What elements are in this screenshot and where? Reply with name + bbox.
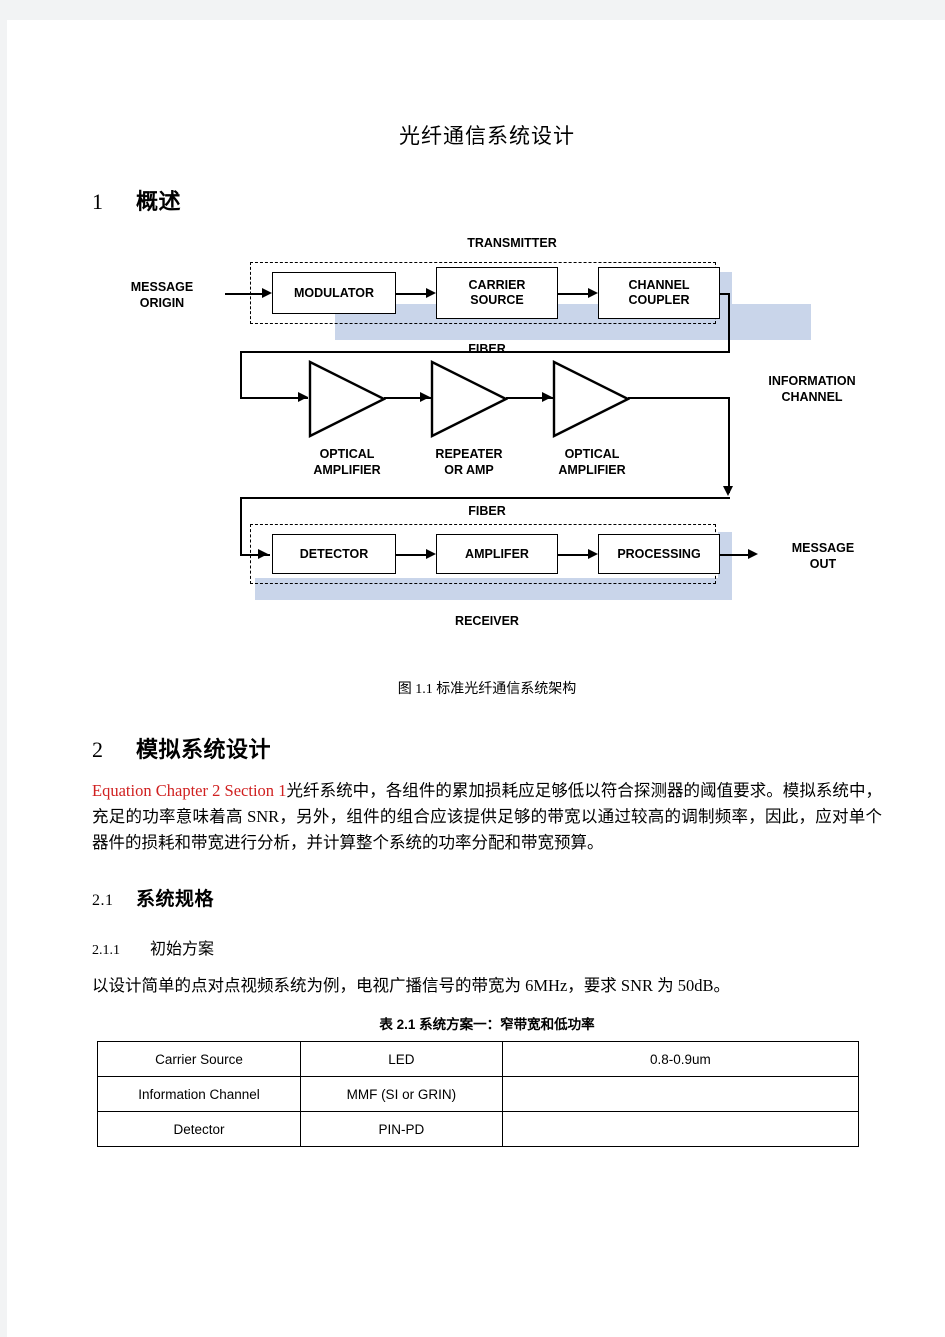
arrow-into-modulator xyxy=(262,288,272,298)
block-detector: DETECTOR xyxy=(272,534,396,574)
line-coupler-down xyxy=(728,293,730,352)
arrow-into-processing xyxy=(588,549,598,559)
line-fiber-bottom-left-down xyxy=(240,497,242,555)
arrow-into-repeater xyxy=(420,392,430,402)
heading-section-2-1-1-number: 2.1.1 xyxy=(92,943,120,959)
cell-device: LED xyxy=(300,1041,503,1078)
table-row: Information Channel MMF (SI or GRIN) xyxy=(97,1076,860,1113)
heading-section-1: 1 概述 xyxy=(92,184,882,216)
line-fiber-top-horizontal xyxy=(240,351,730,353)
system-spec-table: Carrier Source LED 0.8-0.9um Information… xyxy=(97,1041,860,1148)
table-row: Carrier Source LED 0.8-0.9um xyxy=(97,1041,860,1078)
arrow-message-out xyxy=(748,549,758,559)
arrow-into-channel-coupler xyxy=(588,288,598,298)
equation-chapter-reference: Equation Chapter 2 Section 1 xyxy=(92,781,287,800)
label-fiber-bottom: FIBER xyxy=(468,504,506,518)
arrow-into-carrier-source xyxy=(426,288,436,298)
triangle-optical-amplifier-2 xyxy=(552,360,630,438)
label-optical-amplifier-1: OPTICAL AMPLIFIER xyxy=(313,447,381,477)
line-information-channel-down xyxy=(728,397,730,493)
line-fiber-top-left-down xyxy=(240,351,242,398)
document-page: 光纤通信系统设计 1 概述 TRANSMITTER MESSAGE ORIGIN … xyxy=(7,20,945,1337)
cell-component: Carrier Source xyxy=(97,1041,301,1078)
table-body: Carrier Source LED 0.8-0.9um Information… xyxy=(97,1041,860,1148)
heading-section-1-text: 概述 xyxy=(136,189,182,214)
block-processing: PROCESSING xyxy=(598,534,720,574)
figure-1-1-system-architecture: TRANSMITTER MESSAGE ORIGIN MODULATOR CAR… xyxy=(92,234,882,664)
label-message-out: MESSAGE OUT xyxy=(791,541,855,571)
cell-device: PIN-PD xyxy=(300,1111,503,1148)
label-transmitter: TRANSMITTER xyxy=(467,236,557,250)
table-row: Detector PIN-PD xyxy=(97,1111,860,1148)
arrow-down-to-receiver-fiber xyxy=(723,486,733,496)
heading-section-2-1-number: 2.1 xyxy=(92,892,114,910)
heading-section-2-1-1-text: 初始方案 xyxy=(150,941,215,959)
cell-detail xyxy=(501,1111,860,1148)
arrow-into-optical-amplifier-2 xyxy=(542,392,552,402)
receiver-shadow-right xyxy=(718,532,732,600)
label-receiver: RECEIVER xyxy=(455,614,519,628)
paragraph-section-2: Equation Chapter 2 Section 1光纤系统中，各组件的累加… xyxy=(92,778,882,856)
cell-device: MMF (SI or GRIN) xyxy=(300,1076,503,1113)
label-fiber-top: FIBER xyxy=(468,342,506,356)
block-amplifer: AMPLIFER xyxy=(436,534,558,574)
page-content: 光纤通信系统设计 1 概述 TRANSMITTER MESSAGE ORIGIN … xyxy=(92,100,882,1148)
heading-section-2-1-text: 系统规格 xyxy=(136,889,215,911)
label-repeater-or-amp: REPEATER OR AMP xyxy=(435,447,503,477)
block-modulator: MODULATOR xyxy=(272,272,396,314)
triangle-repeater-or-amp xyxy=(430,360,508,438)
paragraph-section-2-1-1: 以设计简单的点对点视频系统为例，电视广播信号的带宽为 6MHz，要求 SNR 为… xyxy=(92,976,731,996)
heading-section-2: 2 模拟系统设计 xyxy=(92,732,882,764)
cell-detail: 0.8-0.9um xyxy=(501,1041,860,1078)
page-title: 光纤通信系统设计 xyxy=(399,124,575,148)
label-optical-amplifier-2: OPTICAL AMPLIFIER xyxy=(558,447,626,477)
heading-section-2-1: 2.1 系统规格 xyxy=(92,884,882,911)
block-carrier-source: CARRIER SOURCE xyxy=(436,267,558,319)
heading-section-2-number: 2 xyxy=(92,737,104,762)
line-amp3-out xyxy=(628,397,730,399)
table-caption: 表 2.1 系统方案一：窄带宽和低功率 xyxy=(379,1017,595,1033)
triangle-optical-amplifier-1 xyxy=(308,360,386,438)
heading-section-1-number: 1 xyxy=(92,189,104,214)
line-message-origin-to-modulator xyxy=(225,293,265,295)
cell-component: Information Channel xyxy=(97,1076,301,1113)
cell-component: Detector xyxy=(97,1111,301,1148)
heading-section-2-1-1: 2.1.1 初始方案 xyxy=(92,935,882,959)
transmitter-shadow-right xyxy=(718,272,732,340)
cell-detail xyxy=(501,1076,860,1113)
label-message-origin: MESSAGE ORIGIN xyxy=(130,280,194,310)
block-channel-coupler: CHANNEL COUPLER xyxy=(598,267,720,319)
line-fiber-bottom-horizontal xyxy=(240,497,730,499)
arrow-into-optical-amplifier-1 xyxy=(298,392,308,402)
heading-section-2-text: 模拟系统设计 xyxy=(136,737,272,762)
arrow-into-amplifer xyxy=(426,549,436,559)
figure-caption: 图 1.1 标准光纤通信系统架构 xyxy=(397,682,577,697)
label-information-channel: INFORMATION CHANNEL xyxy=(768,374,856,404)
arrow-into-detector xyxy=(258,549,268,559)
